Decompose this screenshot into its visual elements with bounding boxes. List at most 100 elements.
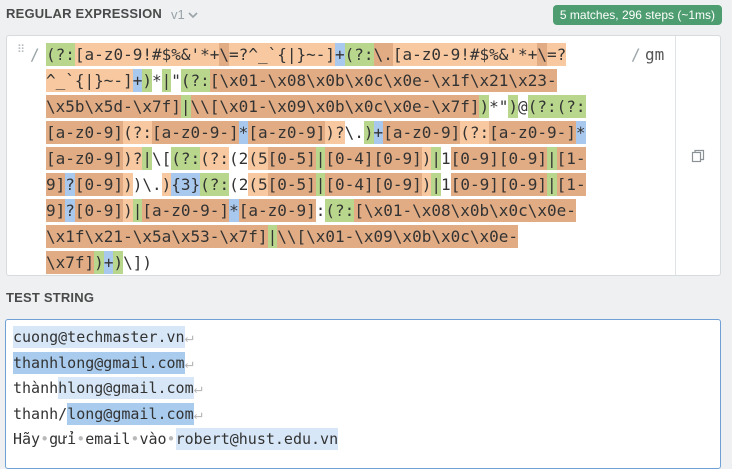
regex-token: (?: (556, 95, 586, 118)
regex-token: * (489, 97, 499, 116)
version-label: v1 (171, 7, 185, 22)
whitespace-marker: ↵ (193, 404, 203, 423)
test-text: Hãy (13, 430, 41, 448)
regex-token: \[ (151, 149, 172, 168)
whitespace-marker: • (166, 430, 176, 448)
regex-token: ) (421, 173, 432, 196)
test-string-line: thànhhlong@gmail.com↵ (13, 377, 338, 403)
version-selector[interactable]: v1 (171, 7, 198, 22)
regex-token: \\ (277, 225, 297, 248)
regex-token: + (373, 121, 384, 144)
regex-line: [a-z0-9])?|\[(?:(?:(2(5[0-5]|[0-4][0-9])… (46, 147, 586, 174)
regex-line: 9]?[0-9])|[a-z0-9-]*[a-z0-9]:(?:[\x01-\x… (46, 199, 586, 226)
regex-token: \. (142, 175, 162, 194)
test-string-content[interactable]: cuong@techmaster.vn↵ thanhlong@gmail.com↵… (13, 326, 339, 454)
regex-token: | (547, 173, 557, 196)
regex-token: : (315, 201, 326, 220)
test-string-line: cuong@techmaster.vn↵ (13, 326, 338, 352)
regex-token: | (431, 147, 442, 170)
match-info-badge: 5 matches, 296 steps (~1ms) (552, 5, 722, 25)
regex-delimiter-close: / (631, 45, 641, 64)
regex-token: * (229, 199, 239, 222)
regex-delimiter-open: / (30, 45, 40, 64)
regex-token: [0-9] (74, 173, 124, 196)
regex-token: ) (142, 253, 152, 272)
regex-token: (?: (171, 147, 201, 170)
regex-token: (?: (200, 147, 230, 170)
regex-token: [0-5] (267, 173, 316, 196)
match-highlight: hlong@gmail.com (58, 377, 194, 399)
regex-editor[interactable]: ⠿ / (?:[a-z0-9!#$%&'*+\=?^_`{|}~-]+(?:\.… (6, 35, 721, 276)
regex-line: 9]?[0-9]))\.){3}(?:(2(5[0-5]|[0-4][0-9])… (46, 173, 586, 200)
regex-token: [0-4] (325, 147, 374, 170)
regex-token: \x7f] (46, 251, 95, 274)
regex-token: \. (373, 43, 393, 66)
regex-token: ) (123, 173, 133, 196)
regex-token: (?: (180, 69, 210, 92)
regex-token: | (315, 147, 326, 170)
test-string-line: Hãy•gửi•email•vào•robert@hust.edu.vn (13, 428, 339, 454)
regex-token: =?^_`{|}~-] (229, 43, 336, 66)
regex-token: [a-z0-9] (248, 121, 326, 144)
regex-token: (?: (200, 173, 230, 196)
regex-token: " (171, 71, 181, 90)
regex-line: (?:[a-z0-9!#$%&'*+\=?^_`{|}~-]+(?:\.[a-z… (46, 43, 586, 70)
drag-handle-icon[interactable]: ⠿ (17, 45, 25, 56)
regex-token: ? (65, 173, 75, 196)
regex-token: (2 (229, 175, 249, 194)
regex-token: [0-9] (498, 173, 548, 196)
whitespace-marker: • (76, 430, 86, 448)
regex-token: )? (325, 121, 345, 144)
regex-token: [1- (556, 173, 586, 196)
regex-token: (?: (460, 121, 490, 144)
regex-token: \] (123, 253, 143, 272)
regex-token: * (151, 71, 162, 90)
regex-line: \x7f])+)\]) (46, 251, 586, 278)
regex-pattern[interactable]: (?:[a-z0-9!#$%&'*+\=?^_`{|}~-]+(?:\.[a-z… (46, 43, 586, 278)
regex-line: [a-z0-9](?:[a-z0-9-]*[a-z0-9])?\.)+[a-z0… (46, 121, 586, 148)
regex-flags[interactable]: gm (645, 45, 664, 64)
regex-line: ^_`{|}~-]+)*|"(?:[\x01-\x08\x0b\x0c\x0e-… (46, 69, 586, 96)
regex-token: ) (123, 199, 133, 222)
regex-section-title: REGULAR EXPRESSION (6, 6, 163, 21)
regex-token: 1 (441, 149, 451, 168)
test-string-editor[interactable]: cuong@techmaster.vn↵ thanhlong@gmail.com↵… (5, 319, 721, 469)
regex-token: ) (113, 251, 124, 274)
regex-token: [0-9] (373, 147, 422, 170)
regex-token: | (142, 147, 152, 170)
whitespace-marker: • (40, 430, 50, 448)
regex-token: ) (142, 69, 152, 92)
regex-token: ) (132, 175, 143, 194)
regex-token: ? (65, 199, 75, 222)
test-text: thanh/ (13, 404, 68, 423)
chevron-down-icon (188, 11, 198, 18)
whitespace-marker: ↵ (184, 328, 194, 346)
regex-token: (?: (527, 95, 557, 118)
regex-token: (?: (344, 43, 374, 66)
regex-token: 1 (441, 175, 451, 194)
copy-icon[interactable] (691, 149, 705, 163)
regex-token: | (547, 147, 557, 170)
regex-token: | (267, 225, 278, 248)
regex-token: (?: (46, 43, 75, 66)
regex-token: [0-9] (498, 147, 547, 170)
regex-token: [\x01-\x08\x0b\x0c\x0e- (354, 199, 576, 222)
regex-token: | (315, 173, 326, 196)
whitespace-marker: ↵ (193, 379, 203, 397)
regex-token: | (180, 95, 191, 118)
test-string-line: thanhlong@gmail.com↵ (13, 351, 338, 378)
regex-side-panel (675, 36, 720, 275)
test-string-title: TEST STRING (6, 290, 95, 305)
regex-token: [a-z0-9-] (142, 199, 230, 222)
regex-token: + (335, 43, 345, 66)
regex-token: [a-z0-9] (46, 147, 124, 170)
regex-token: " (498, 97, 509, 116)
test-string-line: thanh/long@gmail.com↵ (13, 402, 338, 429)
regex-token: [0-9] (450, 173, 499, 196)
regex-token: + (132, 69, 143, 92)
regex-token: \x5b\x5d-\x7f] (46, 95, 181, 118)
regex-token: [a-z0-9] (46, 121, 124, 144)
match-highlight: cuong@techmaster.vn (13, 326, 185, 348)
regex-token: (5 (248, 147, 268, 170)
regex-token: ) (508, 95, 519, 118)
